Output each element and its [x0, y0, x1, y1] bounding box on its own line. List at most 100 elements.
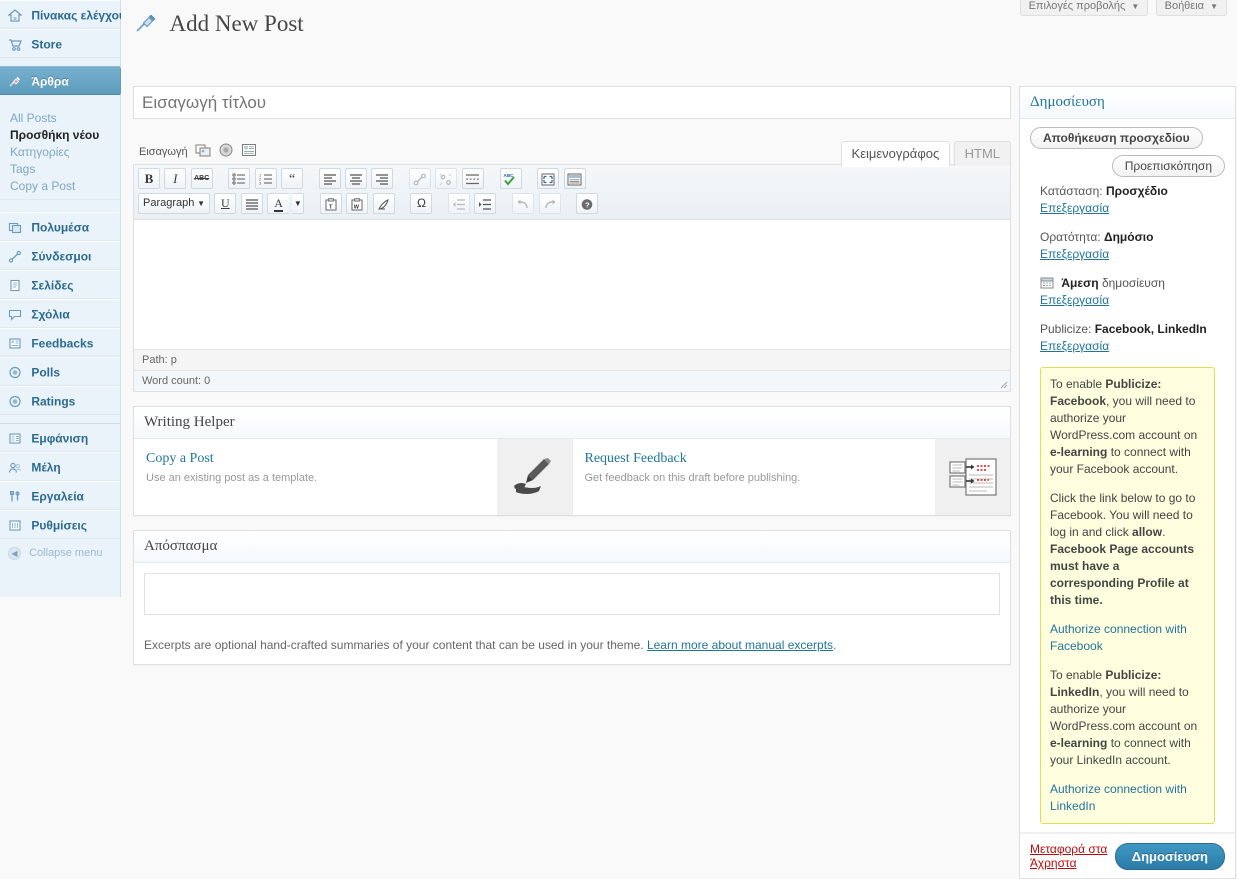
- undo-icon[interactable]: [512, 193, 535, 214]
- excerpt-help-link[interactable]: Learn more about manual excerpts: [647, 638, 833, 652]
- insert-link-icon[interactable]: [409, 168, 432, 189]
- paste-from-word-icon[interactable]: W: [346, 193, 369, 214]
- text-color-dropdown-arrow[interactable]: ▼: [292, 193, 305, 214]
- italic-icon[interactable]: I: [164, 168, 187, 189]
- sidebar-item-categories[interactable]: Κατηγορίες: [0, 144, 120, 161]
- posts-submenu: All Posts Προσθήκη νέου Κατηγορίες Tags …: [0, 107, 120, 200]
- outdent-icon[interactable]: [448, 193, 471, 214]
- paragraph-format-select[interactable]: Paragraph ▼: [138, 193, 210, 214]
- align-left-icon[interactable]: [318, 168, 341, 189]
- collapse-menu-button[interactable]: ◀ Collapse menu: [0, 539, 120, 567]
- schedule-value: Άμεση: [1061, 276, 1099, 290]
- sidebar-item-all-posts[interactable]: All Posts: [0, 110, 120, 127]
- remove-formatting-icon[interactable]: [372, 193, 395, 214]
- tools-icon: [8, 490, 25, 503]
- bulleted-list-icon[interactable]: [228, 168, 251, 189]
- editor-content-area[interactable]: [134, 220, 1010, 349]
- post-status-row: Κατάσταση: Προσχέδιο Επεξεργασία: [1030, 177, 1225, 223]
- authorize-linkedin-link[interactable]: Authorize connection with LinkedIn: [1050, 782, 1187, 813]
- sidebar-item-add-new[interactable]: Προσθήκη νέου: [0, 127, 120, 144]
- editor-resize-handle[interactable]: [998, 379, 1008, 389]
- publicize-services: Facebook, LinkedIn: [1094, 322, 1207, 336]
- excerpt-title: Απόσπασμα: [134, 531, 1010, 563]
- publish-box-title: Δημοσίευση: [1020, 87, 1235, 119]
- publish-sidebar: Δημοσίευση Αποθήκευση προσχεδίου Προεπισ…: [1019, 86, 1236, 879]
- writing-helper-card-copy-a-post[interactable]: Copy a Post Use an existing post as a te…: [134, 439, 572, 515]
- spellcheck-icon[interactable]: ABC: [499, 168, 522, 189]
- authorize-facebook-link[interactable]: Authorize connection with Facebook: [1050, 622, 1187, 653]
- title-field-wrap: [133, 86, 1011, 119]
- save-draft-button[interactable]: Αποθήκευση προσχεδίου: [1030, 127, 1203, 149]
- align-right-icon[interactable]: [371, 168, 394, 189]
- edit-publicize-link[interactable]: Επεξεργασία: [1040, 339, 1109, 353]
- bold-icon[interactable]: B: [138, 168, 160, 189]
- indent-icon[interactable]: [474, 193, 497, 214]
- major-publishing-actions: Μεταφορά στα Άχρηστα Δημοσίευση: [1020, 833, 1235, 878]
- users-icon: [8, 461, 25, 474]
- blockquote-icon[interactable]: “: [281, 168, 304, 189]
- notice-text: .: [1162, 525, 1166, 539]
- appearance-icon: [8, 432, 25, 445]
- strikethrough-icon[interactable]: ABC: [190, 168, 213, 189]
- sidebar-item-links[interactable]: Σύνδεσμοι: [0, 241, 120, 270]
- sidebar-item-dashboard[interactable]: Πίνακας ελέγχου: [0, 0, 126, 29]
- sidebar-item-comments[interactable]: Σχόλια: [0, 299, 120, 328]
- visibility-value: Δημόσιο: [1103, 230, 1154, 244]
- edit-visibility-link[interactable]: Επεξεργασία: [1040, 247, 1109, 261]
- insert-more-tag-icon[interactable]: [461, 168, 484, 189]
- excerpt-textarea[interactable]: [144, 573, 1000, 615]
- move-to-trash-link[interactable]: Μεταφορά στα Άχρηστα: [1030, 842, 1115, 870]
- sidebar-item-tools[interactable]: Εργαλεία: [0, 481, 120, 510]
- svg-text:?: ?: [585, 201, 590, 210]
- sidebar-item-tags[interactable]: Tags: [0, 161, 120, 178]
- underline-icon[interactable]: U: [214, 193, 237, 214]
- writing-helper-title: Writing Helper: [134, 407, 1010, 439]
- edit-status-link[interactable]: Επεξεργασία: [1040, 201, 1109, 215]
- sidebar-item-posts[interactable]: Άρθρα: [0, 66, 129, 95]
- writing-helper-card-request-feedback[interactable]: Request Feedback Get feedback on this dr…: [573, 439, 1010, 515]
- post-title-input[interactable]: [133, 86, 1011, 119]
- sidebar-item-polls[interactable]: Polls: [0, 357, 120, 386]
- tab-html[interactable]: HTML: [953, 141, 1011, 166]
- add-poll-icon[interactable]: [218, 142, 234, 158]
- text-color-icon[interactable]: A: [267, 193, 290, 214]
- card-subtitle: Get feedback on this draft before publis…: [584, 472, 801, 484]
- help-icon[interactable]: ?: [576, 193, 599, 214]
- numbered-list-icon[interactable]: 123: [254, 168, 277, 189]
- special-character-icon[interactable]: Ω: [410, 193, 433, 214]
- writing-helper-box: Writing Helper Copy a Post Use an existi…: [133, 406, 1011, 516]
- sidebar-item-store[interactable]: Store: [0, 29, 120, 58]
- preview-button[interactable]: Προεπισκόπηση: [1111, 155, 1225, 177]
- justify-icon[interactable]: [240, 193, 263, 214]
- chevron-down-icon: ▼: [197, 199, 205, 208]
- sidebar-item-media[interactable]: Πολυμέσα: [0, 212, 120, 241]
- format-select-group: Paragraph ▼: [138, 193, 211, 214]
- card-title[interactable]: Copy a Post: [146, 451, 487, 467]
- tab-visual[interactable]: Κειμενογράφος: [840, 141, 951, 167]
- align-center-icon[interactable]: [345, 168, 368, 189]
- edit-schedule-link[interactable]: Επεξεργασία: [1040, 293, 1109, 307]
- fullscreen-icon[interactable]: [537, 168, 560, 189]
- kitchen-sink-icon[interactable]: [563, 168, 586, 189]
- publish-button[interactable]: Δημοσίευση: [1114, 842, 1225, 870]
- writing-helper-inside: Copy a Post Use an existing post as a te…: [134, 439, 1010, 515]
- card-title[interactable]: Request Feedback: [585, 451, 926, 467]
- add-media-icon[interactable]: [195, 142, 211, 158]
- excerpt-help-sentence: Excerpts are optional hand-crafted summa…: [144, 638, 644, 652]
- writing-helper-grid: Copy a Post Use an existing post as a te…: [134, 439, 1010, 515]
- redo-icon[interactable]: [538, 193, 561, 214]
- paste-as-text-icon[interactable]: T: [320, 193, 343, 214]
- add-contact-form-icon[interactable]: [241, 142, 257, 158]
- sidebar-item-users[interactable]: Μέλη: [0, 452, 120, 481]
- screen-options-tab[interactable]: Επιλογές προβολής ▼: [1019, 0, 1149, 16]
- sidebar-item-pages[interactable]: Σελίδες: [0, 270, 120, 299]
- status-value: Προσχέδιο: [1105, 184, 1168, 198]
- sidebar-item-feedbacks[interactable]: Feedbacks: [0, 328, 120, 357]
- sidebar-item-settings[interactable]: Ρυθμίσεις: [0, 510, 120, 539]
- unlink-icon[interactable]: [435, 168, 458, 189]
- sidebar-item-appearance[interactable]: Εμφάνιση: [0, 423, 120, 452]
- help-tab[interactable]: Βοήθεια ▼: [1155, 0, 1227, 16]
- editor-path-status: Path: p: [134, 349, 1010, 370]
- sidebar-item-ratings[interactable]: Ratings: [0, 386, 120, 415]
- sidebar-item-copy-a-post[interactable]: Copy a Post: [0, 178, 120, 195]
